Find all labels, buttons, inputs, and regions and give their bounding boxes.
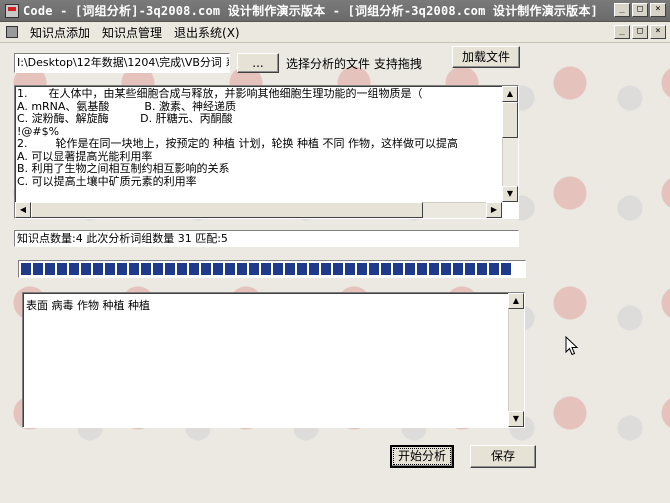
- progress-segment: [201, 263, 211, 275]
- progress-segment: [21, 263, 31, 275]
- progress-segment: [33, 263, 43, 275]
- close-button[interactable]: ×: [650, 3, 666, 17]
- progress-segment: [213, 263, 223, 275]
- questions-text: 1. 在人体中，由某些细胞合成与释放，并影响其他细胞生理功能的一组物质是（ A.…: [17, 88, 458, 188]
- client-area: I:\Desktop\12年数据\1204\完成\VB分词 系 ... 选择分析…: [0, 43, 670, 503]
- doc-minimize-button[interactable]: _: [614, 25, 630, 39]
- title-bar: Code - [词组分析]-3q2008.com 设计制作演示版本 - [词组分…: [0, 0, 670, 22]
- progress-segment: [237, 263, 247, 275]
- menu-exit[interactable]: 退出系统(X): [168, 24, 246, 41]
- scroll-down-icon[interactable]: ▼: [502, 186, 518, 202]
- questions-textarea[interactable]: 1. 在人体中，由某些细胞合成与释放，并影响其他细胞生理功能的一组物质是（ A.…: [14, 85, 519, 219]
- doc-restore-button[interactable]: □: [632, 25, 648, 39]
- menu-add-knowledge[interactable]: 知识点添加: [24, 24, 96, 41]
- progress-segment: [261, 263, 271, 275]
- window-controls: _ □ ×: [614, 3, 666, 17]
- progress-segment: [117, 263, 127, 275]
- start-analysis-button[interactable]: 开始分析: [390, 445, 454, 468]
- scroll-thumb[interactable]: [502, 102, 518, 138]
- app-icon[interactable]: [5, 3, 19, 18]
- result-text: 表面 病毒 作物 种植 种植: [26, 299, 150, 312]
- progress-segment: [57, 263, 67, 275]
- progress-segment: [105, 263, 115, 275]
- progress-segment: [357, 263, 367, 275]
- progress-segment: [345, 263, 355, 275]
- browse-button[interactable]: ...: [237, 53, 279, 73]
- progress-segment: [297, 263, 307, 275]
- hscroll-thumb[interactable]: [31, 202, 423, 218]
- progress-segment: [309, 263, 319, 275]
- progress-segment: [489, 263, 499, 275]
- progress-segment: [45, 263, 55, 275]
- result-textarea[interactable]: 表面 病毒 作物 种植 种植 ▲ ▼: [22, 292, 525, 428]
- progress-segment: [249, 263, 259, 275]
- progress-segment: [381, 263, 391, 275]
- scroll-right-icon[interactable]: ▶: [486, 202, 502, 218]
- scroll-up-icon[interactable]: ▲: [502, 86, 518, 102]
- progress-segment: [321, 263, 331, 275]
- progress-segment: [465, 263, 475, 275]
- menu-bar: 知识点添加 知识点管理 退出系统(X) _ □ ×: [0, 22, 670, 43]
- mouse-cursor-icon: [565, 336, 579, 356]
- scroll-up-icon[interactable]: ▲: [508, 293, 524, 309]
- scroll-left-icon[interactable]: ◀: [15, 202, 31, 218]
- file-hint-label: 选择分析的文件 支持拖拽: [286, 57, 422, 71]
- progress-segment: [153, 263, 163, 275]
- result-vscrollbar[interactable]: ▲ ▼: [508, 293, 524, 427]
- progress-segment: [333, 263, 343, 275]
- save-button[interactable]: 保存: [470, 445, 536, 468]
- progress-segment: [453, 263, 463, 275]
- progress-segment: [225, 263, 235, 275]
- progress-segment: [441, 263, 451, 275]
- progress-segment: [189, 263, 199, 275]
- progress-segment: [285, 263, 295, 275]
- progress-segment: [273, 263, 283, 275]
- progress-segment: [165, 263, 175, 275]
- load-file-button[interactable]: 加载文件: [452, 46, 520, 68]
- menu-manage-knowledge[interactable]: 知识点管理: [96, 24, 168, 41]
- document-system-icon[interactable]: [6, 26, 18, 38]
- progress-segment: [141, 263, 151, 275]
- progress-bar: [18, 260, 526, 278]
- questions-vscrollbar[interactable]: ▲ ▼: [502, 86, 518, 202]
- window-title: Code - [词组分析]-3q2008.com 设计制作演示版本 - [词组分…: [23, 4, 598, 18]
- progress-segment: [93, 263, 103, 275]
- document-controls: _ □ ×: [614, 25, 666, 39]
- scroll-down-icon[interactable]: ▼: [508, 411, 524, 427]
- file-path-input[interactable]: I:\Desktop\12年数据\1204\完成\VB分词 系: [14, 53, 230, 73]
- progress-segment: [405, 263, 415, 275]
- progress-segment: [129, 263, 139, 275]
- progress-segment: [501, 263, 511, 275]
- maximize-button[interactable]: □: [632, 3, 648, 17]
- progress-segment: [177, 263, 187, 275]
- status-field: 知识点数量:4 此次分析词组数量 31 匹配:5: [14, 230, 519, 247]
- progress-segment: [81, 263, 91, 275]
- minimize-button[interactable]: _: [614, 3, 630, 17]
- progress-segment: [393, 263, 403, 275]
- progress-segment: [429, 263, 439, 275]
- progress-segment: [477, 263, 487, 275]
- progress-segment: [69, 263, 79, 275]
- progress-segment: [369, 263, 379, 275]
- progress-segment: [417, 263, 427, 275]
- doc-close-button[interactable]: ×: [650, 25, 666, 39]
- questions-hscrollbar[interactable]: ◀ ▶: [15, 202, 502, 218]
